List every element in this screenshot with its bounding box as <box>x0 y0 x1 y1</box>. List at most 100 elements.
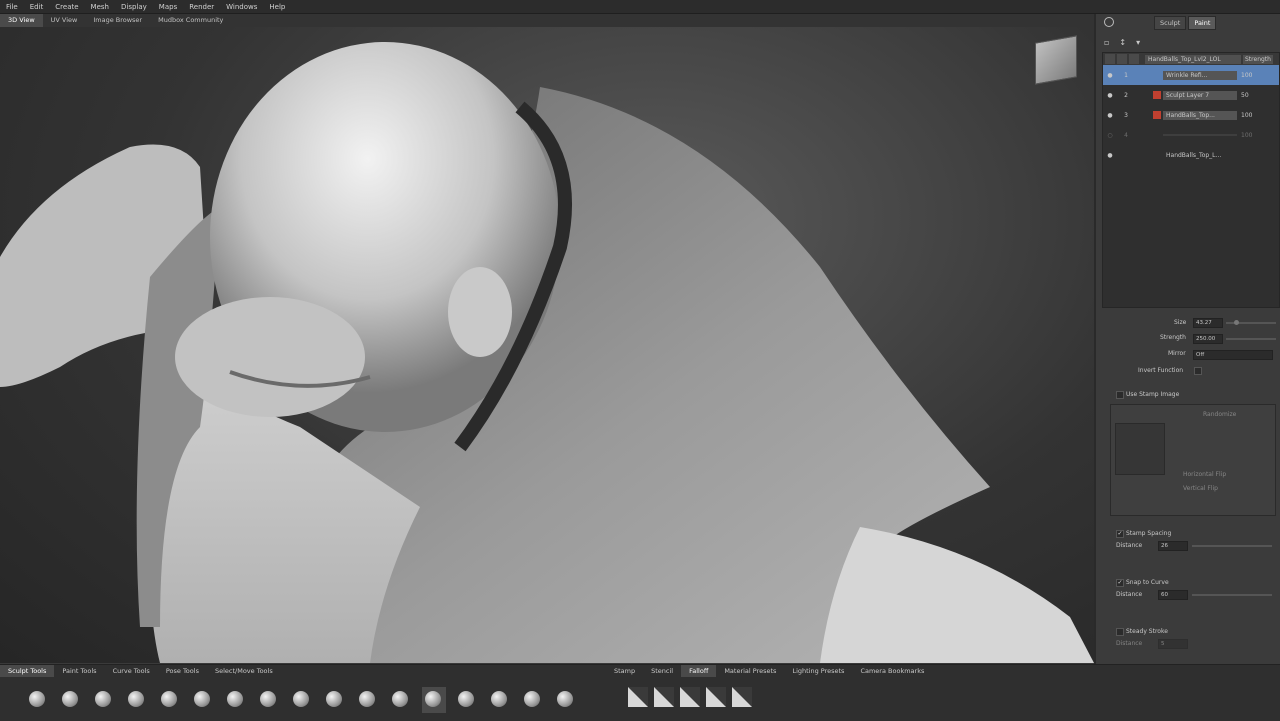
layer-row[interactable]: ○ 4 100 <box>1103 125 1279 145</box>
sculpt-brush-icon[interactable] <box>356 687 380 713</box>
size-knob[interactable] <box>1234 320 1239 325</box>
falloff-stamp-icon[interactable] <box>628 687 648 707</box>
mirror-label: Mirror <box>1168 350 1186 357</box>
menu-maps[interactable]: Maps <box>153 3 183 11</box>
snap-distance-field[interactable]: 60 <box>1158 590 1188 600</box>
sculpt-brush-icon[interactable] <box>323 687 347 713</box>
3d-viewport[interactable] <box>0 27 1094 663</box>
layer-row[interactable]: ● 2 Sculpt Layer 7 50 <box>1103 85 1279 105</box>
stamp-spacing-checkbox[interactable]: ✓ <box>1116 530 1124 538</box>
mirror-dropdown[interactable]: Off <box>1193 350 1273 360</box>
layers-list: HandBalls_Top_Lvl2_LOL Strength ● 1 Wrin… <box>1102 52 1280 308</box>
layer-name[interactable] <box>1163 134 1237 136</box>
layer-swatch <box>1153 91 1161 99</box>
sculpt-brush-icon[interactable] <box>224 687 248 713</box>
layer-row[interactable]: ● HandBalls_Top_L... <box>1103 145 1279 165</box>
snap-distance-slider[interactable] <box>1192 594 1272 596</box>
tab-sculpt[interactable]: Sculpt <box>1154 16 1187 30</box>
layer-name[interactable]: Sculpt Layer 7 <box>1163 90 1237 100</box>
strength-slider[interactable] <box>1226 338 1276 340</box>
layer-value[interactable]: 100 <box>1241 112 1252 119</box>
layer-value[interactable]: 50 <box>1241 92 1249 99</box>
layer-name[interactable]: HandBalls_Top... <box>1163 110 1237 120</box>
tab-3d-view[interactable]: 3D View <box>0 14 43 27</box>
tab-select-move-tools[interactable]: Select/Move Tools <box>207 665 281 677</box>
tab-paint[interactable]: Paint <box>1188 16 1217 30</box>
tab-stencil[interactable]: Stencil <box>643 665 681 677</box>
eye-icon[interactable]: ● <box>1103 112 1117 119</box>
stamp-image-box: Randomize Horizontal Flip Vertical Flip <box>1110 404 1276 516</box>
sculpt-brush-icon[interactable] <box>389 687 413 713</box>
sculpt-brush-icon[interactable] <box>59 687 83 713</box>
tab-camera-bookmarks[interactable]: Camera Bookmarks <box>852 665 932 677</box>
tab-curve-tools[interactable]: Curve Tools <box>105 665 158 677</box>
sculpt-brush-icon[interactable] <box>92 687 116 713</box>
sculpt-brush-icon[interactable] <box>554 687 578 713</box>
strength-field[interactable]: 250.00 <box>1193 334 1223 344</box>
menu-display[interactable]: Display <box>115 3 153 11</box>
sculpt-brush-icon[interactable] <box>158 687 182 713</box>
delete-layer-icon[interactable]: ▾ <box>1136 38 1140 47</box>
menu-help[interactable]: Help <box>263 3 291 11</box>
snap-distance-label: Distance <box>1116 591 1143 598</box>
tab-uv-view[interactable]: UV View <box>43 14 86 27</box>
distance-field[interactable]: 26 <box>1158 541 1188 551</box>
tab-pose-tools[interactable]: Pose Tools <box>158 665 207 677</box>
tab-falloff[interactable]: Falloff <box>681 665 717 677</box>
layer-value[interactable]: 100 <box>1241 132 1252 139</box>
falloff-stamp-icon[interactable] <box>680 687 700 707</box>
sculpt-brush-icon[interactable] <box>26 687 50 713</box>
eye-icon[interactable]: ● <box>1103 92 1117 99</box>
stamp-image-label: Use Stamp Image <box>1126 391 1180 398</box>
tab-paint-tools[interactable]: Paint Tools <box>54 665 104 677</box>
tab-sculpt-tools[interactable]: Sculpt Tools <box>0 665 55 677</box>
layer-row[interactable]: ● 3 HandBalls_Top... 100 <box>1103 105 1279 125</box>
size-label: Size <box>1174 319 1187 326</box>
tab-stamp[interactable]: Stamp <box>606 665 643 677</box>
steady-checkbox[interactable] <box>1116 628 1124 636</box>
stamp-image-checkbox[interactable] <box>1116 391 1124 399</box>
falloff-stamp-icon[interactable] <box>732 687 752 707</box>
sculpt-brush-icon[interactable] <box>125 687 149 713</box>
invert-checkbox[interactable] <box>1194 367 1202 375</box>
falloff-stamp-icon[interactable] <box>654 687 674 707</box>
snap-label: Snap to Curve <box>1126 579 1169 586</box>
layer-name[interactable]: Wrinkle Refi... <box>1163 70 1237 80</box>
menu-file[interactable]: File <box>0 3 24 11</box>
sculpt-brush-icon[interactable] <box>422 687 446 713</box>
sculpt-brush-icon[interactable] <box>521 687 545 713</box>
snap-checkbox[interactable]: ✓ <box>1116 579 1124 587</box>
layer-row[interactable]: ● 1 Wrinkle Refi... 100 <box>1103 65 1279 85</box>
sculpt-brush-icon[interactable] <box>488 687 512 713</box>
steady-distance-field[interactable]: 5 <box>1158 639 1188 649</box>
randomize-label: Randomize <box>1203 411 1237 418</box>
tab-material-presets[interactable]: Material Presets <box>716 665 784 677</box>
sculpt-brush-icon[interactable] <box>257 687 281 713</box>
falloff-stamp-icon[interactable] <box>706 687 726 707</box>
sculpt-brush-icon[interactable] <box>191 687 215 713</box>
eye-icon[interactable]: ○ <box>1103 132 1117 139</box>
sculpt-brush-icon[interactable] <box>455 687 479 713</box>
steady-label: Steady Stroke <box>1126 628 1168 635</box>
menu-windows[interactable]: Windows <box>220 3 263 11</box>
layer-value[interactable]: 100 <box>1241 72 1252 79</box>
settings-icon[interactable] <box>1104 17 1114 27</box>
tab-lighting-presets[interactable]: Lighting Presets <box>784 665 852 677</box>
eye-icon[interactable]: ● <box>1103 152 1117 159</box>
size-field[interactable]: 43.27 <box>1193 318 1223 328</box>
new-layer-icon[interactable]: ▫ <box>1104 38 1109 47</box>
menu-mesh[interactable]: Mesh <box>85 3 115 11</box>
tab-image-browser[interactable]: Image Browser <box>85 14 150 27</box>
distance-slider[interactable] <box>1192 545 1272 547</box>
view-cube-icon[interactable] <box>1035 35 1077 85</box>
eye-icon[interactable]: ● <box>1103 72 1117 79</box>
sculpt-brush-icon[interactable] <box>290 687 314 713</box>
layer-name[interactable]: HandBalls_Top_L... <box>1163 151 1237 160</box>
tab-mudbox-community[interactable]: Mudbox Community <box>150 14 231 27</box>
layer-header-strength: Strength <box>1243 54 1273 64</box>
menu-create[interactable]: Create <box>49 3 84 11</box>
menu-edit[interactable]: Edit <box>24 3 50 11</box>
stamp-preview[interactable] <box>1115 423 1165 475</box>
layer-options-icon[interactable]: ↕ <box>1119 38 1126 47</box>
menu-render[interactable]: Render <box>183 3 220 11</box>
